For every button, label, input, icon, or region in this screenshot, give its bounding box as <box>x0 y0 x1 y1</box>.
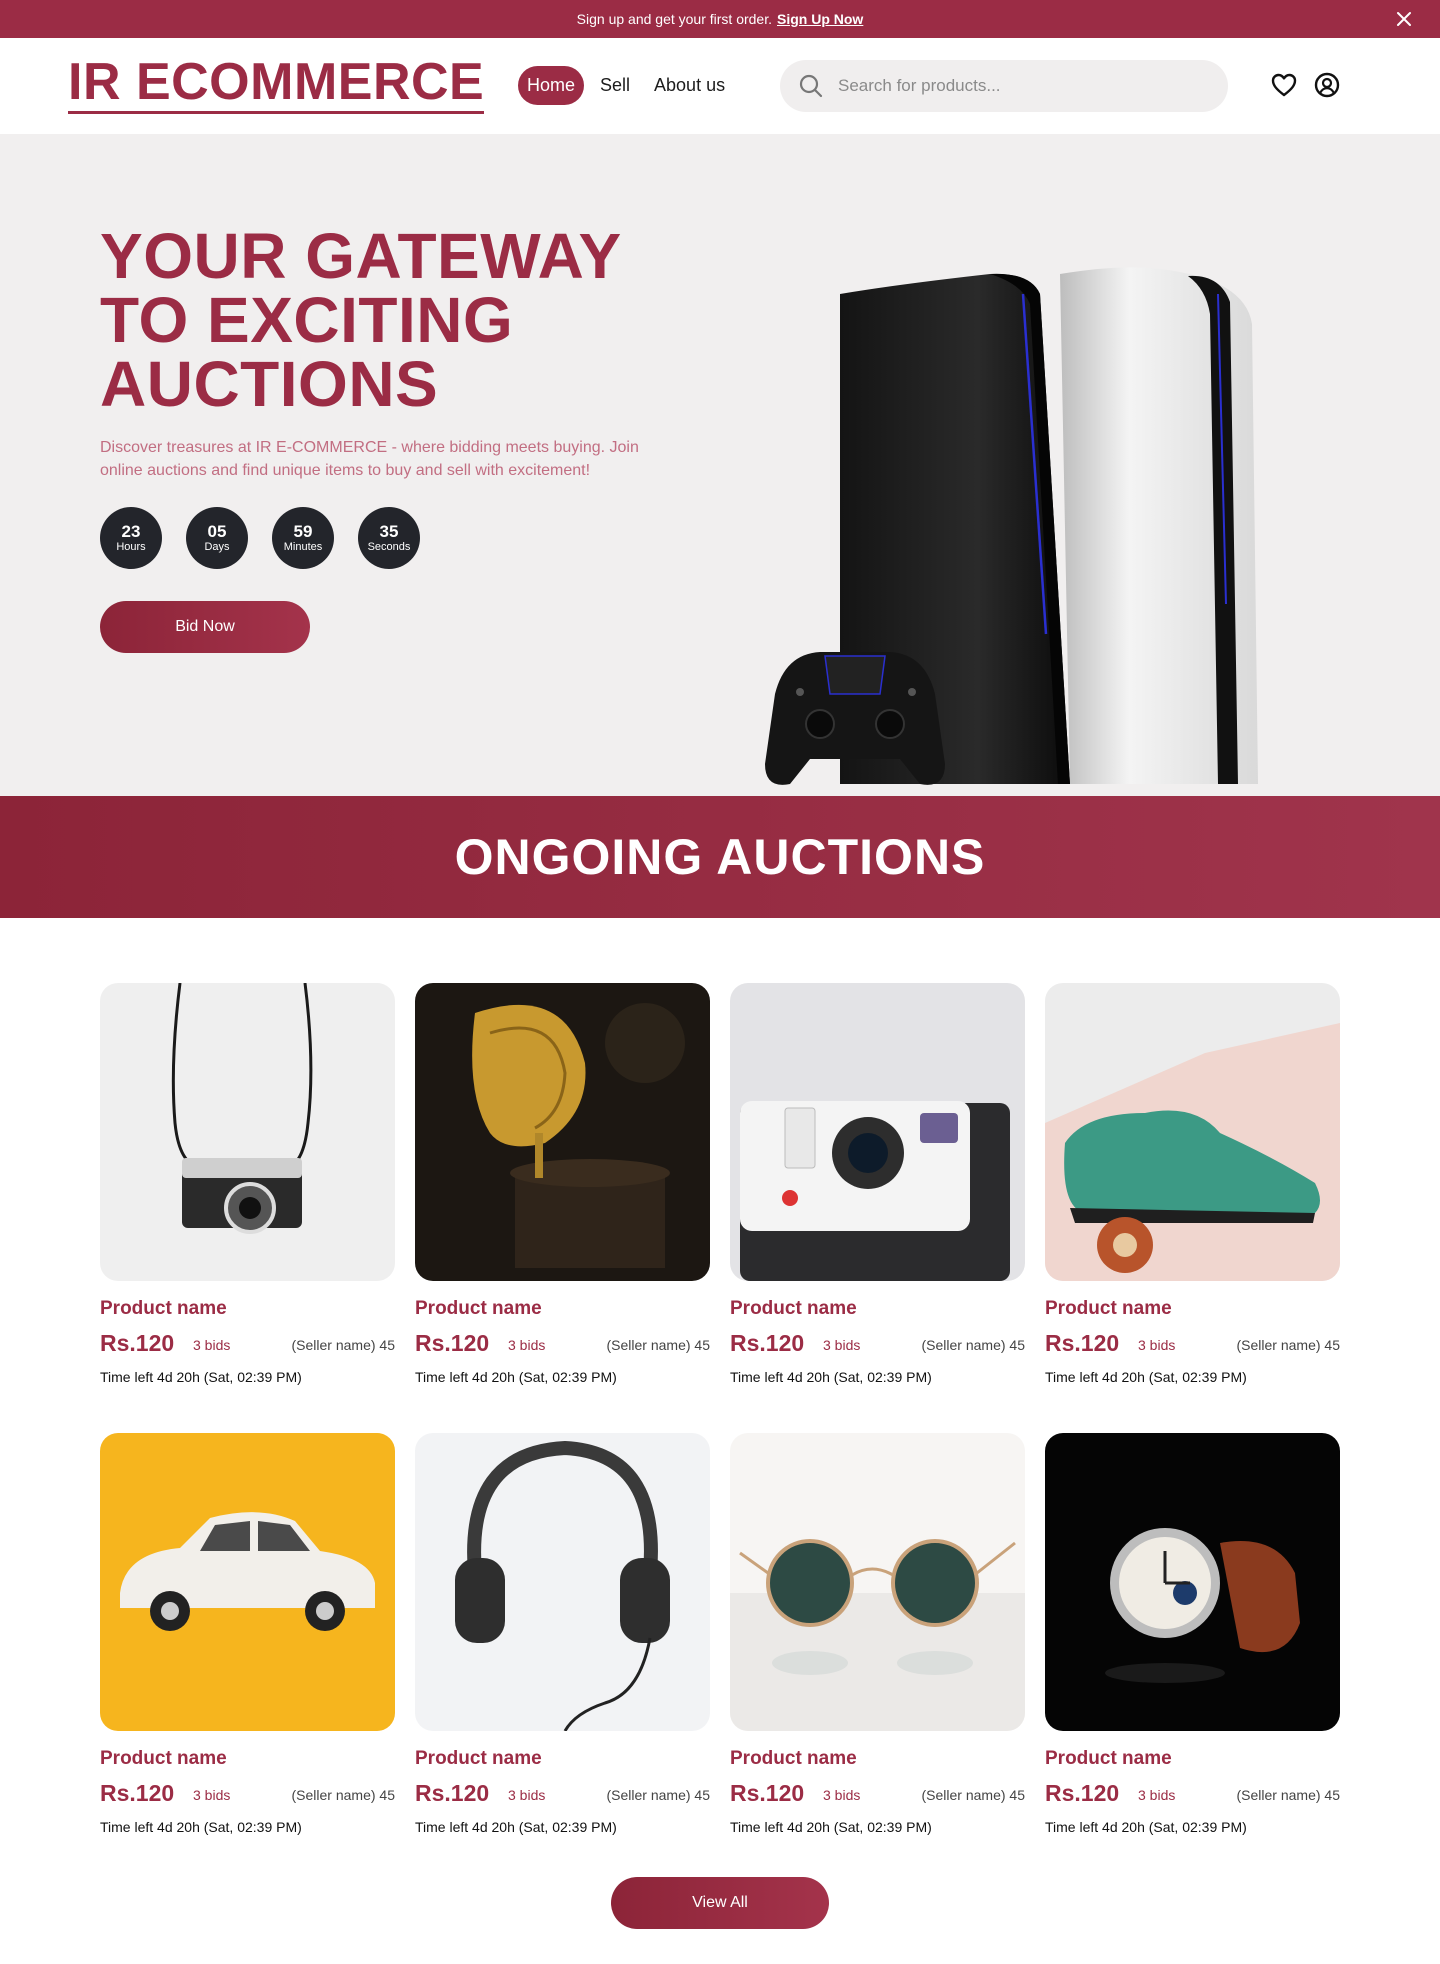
product-price: Rs.120 <box>415 1780 490 1806</box>
search-input[interactable] <box>838 76 1198 96</box>
product-image-toy-car[interactable] <box>100 1433 395 1731</box>
bid-count: 3 bids <box>508 1787 546 1803</box>
product-image-film-camera[interactable] <box>100 983 395 1281</box>
product-price: Rs.120 <box>100 1780 175 1806</box>
main-nav: Home Sell About us <box>518 66 733 105</box>
product-image-gramophone[interactable] <box>415 983 710 1281</box>
time-left: Time left 4d 20h (Sat, 02:39 PM) <box>415 1369 617 1385</box>
time-left: Time left 4d 20h (Sat, 02:39 PM) <box>730 1369 932 1385</box>
countdown-hours: 23 Hours <box>100 507 162 569</box>
bid-now-button[interactable]: Bid Now <box>100 601 310 653</box>
product-name[interactable]: Product name <box>100 1748 227 1770</box>
product-card[interactable]: Product name Rs.120 3 bids (Seller name)… <box>730 983 1025 1393</box>
search-icon <box>799 74 823 98</box>
product-price: Rs.120 <box>730 1330 805 1356</box>
seller-info: (Seller name) 45 <box>1236 1787 1341 1803</box>
hero-section: YOUR GATEWAY TO EXCITING AUCTIONS Discov… <box>0 134 1440 796</box>
countdown-minutes: 59 Minutes <box>272 507 334 569</box>
product-image-wristwatch[interactable] <box>1045 1433 1340 1731</box>
product-price: Rs.120 <box>1045 1330 1120 1356</box>
bid-count: 3 bids <box>1138 1787 1176 1803</box>
product-card[interactable]: Product name Rs.120 3 bids (Seller name)… <box>415 1433 710 1843</box>
bid-count: 3 bids <box>823 1787 861 1803</box>
seller-info: (Seller name) 45 <box>291 1787 396 1803</box>
time-left: Time left 4d 20h (Sat, 02:39 PM) <box>100 1819 302 1835</box>
product-card[interactable]: Product name Rs.120 3 bids (Seller name)… <box>100 983 395 1393</box>
time-left: Time left 4d 20h (Sat, 02:39 PM) <box>100 1369 302 1385</box>
site-logo[interactable]: IR ECOMMERCE <box>68 53 485 115</box>
product-card[interactable]: Product name Rs.120 3 bids (Seller name)… <box>730 1433 1025 1843</box>
product-price: Rs.120 <box>415 1330 490 1356</box>
sign-up-link[interactable]: Sign Up Now <box>777 11 863 27</box>
bid-count: 3 bids <box>193 1787 231 1803</box>
view-all-button[interactable]: View All <box>611 1877 829 1929</box>
product-name[interactable]: Product name <box>415 1748 542 1770</box>
time-left: Time left 4d 20h (Sat, 02:39 PM) <box>1045 1819 1247 1835</box>
seller-info: (Seller name) 45 <box>1236 1337 1341 1353</box>
product-name[interactable]: Product name <box>730 1748 857 1770</box>
seller-info: (Seller name) 45 <box>921 1337 1026 1353</box>
game-console-image <box>765 267 1258 785</box>
bid-count: 3 bids <box>193 1337 231 1353</box>
product-image-instant-camera[interactable] <box>730 983 1025 1281</box>
section-title: ONGOING AUCTIONS <box>454 829 986 885</box>
product-card[interactable]: Product name Rs.120 3 bids (Seller name)… <box>415 983 710 1393</box>
time-left: Time left 4d 20h (Sat, 02:39 PM) <box>730 1819 932 1835</box>
product-image-headphones[interactable] <box>415 1433 710 1731</box>
site-header: IR ECOMMERCE Home Sell About us <box>0 38 1440 134</box>
bid-count: 3 bids <box>823 1337 861 1353</box>
product-image-sunglasses[interactable] <box>730 1433 1025 1731</box>
nav-sell[interactable]: Sell <box>592 66 638 105</box>
announcement-bar: Sign up and get your first order. Sign U… <box>0 0 1440 38</box>
product-grid: Product name Rs.120 3 bids (Seller name)… <box>100 983 1340 1843</box>
ongoing-auctions-banner: ONGOING AUCTIONS <box>0 796 1440 918</box>
product-name[interactable]: Product name <box>1045 1748 1172 1770</box>
nav-home[interactable]: Home <box>518 66 585 105</box>
countdown-days: 05 Days <box>186 507 248 569</box>
hero-subtitle: Discover treasures at IR E-COMMERCE - wh… <box>100 439 639 479</box>
product-name[interactable]: Product name <box>1045 1298 1172 1320</box>
bid-count: 3 bids <box>508 1337 546 1353</box>
product-name[interactable]: Product name <box>730 1298 857 1320</box>
user-account-icon[interactable] <box>1313 71 1341 99</box>
heart-icon[interactable] <box>1270 71 1298 99</box>
product-price: Rs.120 <box>730 1780 805 1806</box>
seller-info: (Seller name) 45 <box>606 1787 711 1803</box>
time-left: Time left 4d 20h (Sat, 02:39 PM) <box>415 1819 617 1835</box>
product-image-green-shoe[interactable] <box>1045 983 1340 1281</box>
close-icon[interactable] <box>1394 9 1414 29</box>
time-left: Time left 4d 20h (Sat, 02:39 PM) <box>1045 1369 1247 1385</box>
product-name[interactable]: Product name <box>100 1298 227 1320</box>
seller-info: (Seller name) 45 <box>921 1787 1026 1803</box>
product-card[interactable]: Product name Rs.120 3 bids (Seller name)… <box>1045 1433 1340 1843</box>
search-bar <box>780 60 1228 112</box>
announcement-text: Sign up and get your first order. <box>576 11 772 27</box>
hero-title: YOUR GATEWAY TO EXCITING AUCTIONS <box>100 220 621 420</box>
product-card[interactable]: Product name Rs.120 3 bids (Seller name)… <box>100 1433 395 1843</box>
bid-count: 3 bids <box>1138 1337 1176 1353</box>
seller-info: (Seller name) 45 <box>291 1337 396 1353</box>
seller-info: (Seller name) 45 <box>606 1337 711 1353</box>
product-price: Rs.120 <box>100 1330 175 1356</box>
auction-countdown: 23 Hours 05 Days 59 Minutes 35 Seconds <box>100 507 420 569</box>
product-card[interactable]: Product name Rs.120 3 bids (Seller name)… <box>1045 983 1340 1393</box>
countdown-seconds: 35 Seconds <box>358 507 420 569</box>
nav-about-us[interactable]: About us <box>646 66 733 105</box>
product-price: Rs.120 <box>1045 1780 1120 1806</box>
product-name[interactable]: Product name <box>415 1298 542 1320</box>
